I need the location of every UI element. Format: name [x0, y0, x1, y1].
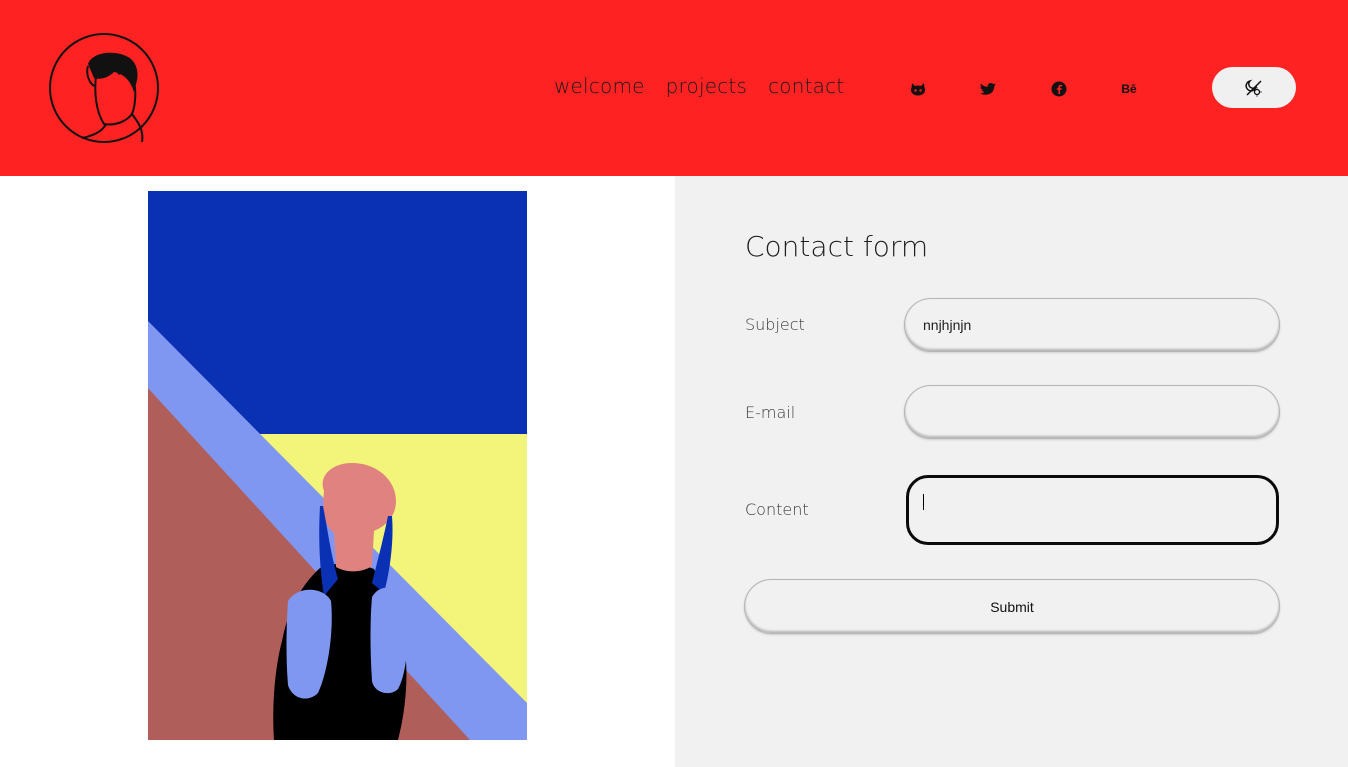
- theme-toggle-icon: [1245, 79, 1262, 96]
- avatar-logo[interactable]: [48, 32, 164, 144]
- twitter-icon[interactable]: [979, 80, 997, 98]
- email-label: E-mail: [745, 403, 796, 422]
- nav-welcome[interactable]: welcome: [554, 74, 645, 98]
- subject-label: Subject: [745, 315, 805, 334]
- illustration-panel: [0, 176, 675, 767]
- nav-projects[interactable]: projects: [666, 74, 747, 98]
- content-label: Content: [745, 500, 809, 519]
- subject-input[interactable]: [904, 298, 1280, 352]
- email-input[interactable]: [904, 385, 1280, 439]
- site-header: welcome projects contact Bē: [0, 0, 1348, 176]
- facebook-icon[interactable]: [1050, 80, 1068, 98]
- behance-icon[interactable]: Bē: [1119, 80, 1139, 98]
- contact-form-title: Contact form: [745, 230, 929, 263]
- text-caret: [923, 494, 924, 510]
- contact-form-panel: Contact form Subject E-mail Content Subm…: [675, 176, 1348, 767]
- submit-button[interactable]: Submit: [744, 579, 1280, 634]
- theme-toggle-button[interactable]: [1212, 67, 1296, 108]
- github-icon[interactable]: [909, 80, 927, 98]
- main-nav: welcome projects contact: [554, 74, 844, 98]
- content-textarea[interactable]: [906, 475, 1279, 545]
- illustration-artwork: [148, 191, 527, 740]
- behance-label: Bē: [1121, 82, 1137, 96]
- nav-contact[interactable]: contact: [768, 74, 844, 98]
